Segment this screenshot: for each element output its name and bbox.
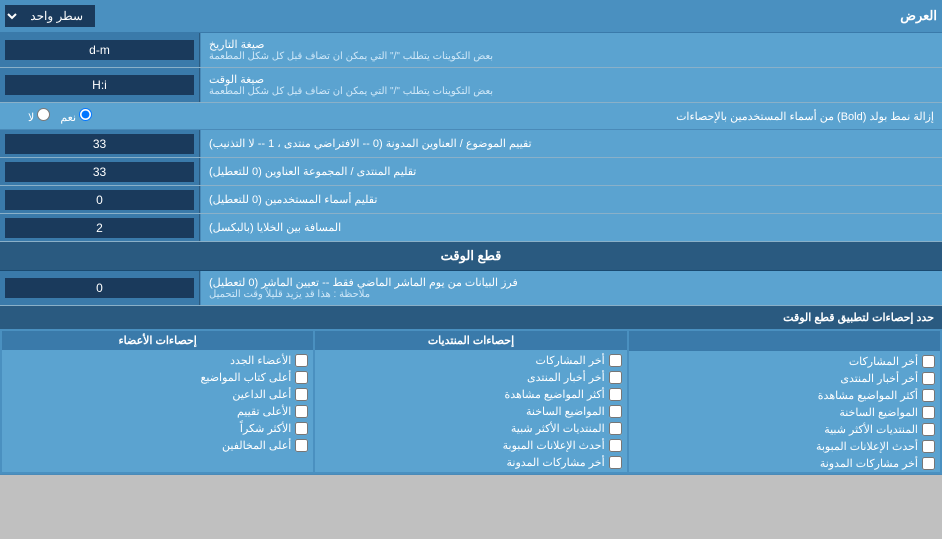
forum-order-label: تقليم المنتدى / المجموعة العناوين (0 للت…: [200, 158, 942, 185]
stats-item: أخر المشاركات: [315, 352, 626, 369]
stats-item: أخر مشاركات المدونة: [315, 454, 626, 471]
stats-item: المنتديات الأكثر شبية: [629, 421, 940, 438]
cell-spacing-label: المسافة بين الخلايا (بالبكسل): [200, 214, 942, 241]
stats-checkbox[interactable]: [295, 371, 308, 384]
stats-item: الأعضاء الجدد: [2, 352, 313, 369]
bold-yes-label: نعم: [60, 108, 92, 124]
bold-remove-label: إزالة نمط بولد (Bold) من أسماء المستخدمي…: [92, 110, 934, 123]
stats-checkbox[interactable]: [922, 355, 935, 368]
display-mode-select[interactable]: سطر واحد سطران ثلاثة أسطر: [5, 5, 95, 27]
stats-item: أخر أخبار المنتدى: [629, 370, 940, 387]
bold-remove-radio-group: نعم لا: [8, 108, 92, 124]
freeze-section-header: قطع الوقت: [0, 242, 942, 271]
stats-checkbox[interactable]: [922, 457, 935, 470]
stats-checkbox[interactable]: [295, 439, 308, 452]
date-format-input[interactable]: [5, 40, 194, 60]
stats-grid: أخر المشاركات أخر أخبار المنتدى أكثر الم…: [0, 329, 942, 474]
main-container: العرض سطر واحد سطران ثلاثة أسطر صيغة الت…: [0, 0, 942, 475]
stats-item: أخر المشاركات: [629, 353, 940, 370]
date-format-label: صيغة التاريخ بعض التكوينات يتطلب "/" الت…: [200, 33, 942, 67]
stats-section: حدد إحصاءات لتطبيق قطع الوقت أخر المشارك…: [0, 306, 942, 475]
stats-item: أخر أخبار المنتدى: [315, 369, 626, 386]
stats-checkbox[interactable]: [609, 371, 622, 384]
time-format-row: صيغة الوقت بعض التكوينات يتطلب "/" التي …: [0, 68, 942, 103]
header-row: العرض سطر واحد سطران ثلاثة أسطر: [0, 0, 942, 33]
cell-spacing-input[interactable]: [5, 218, 194, 238]
cell-spacing-input-container: [0, 214, 200, 241]
stats-item: أعلى كتاب المواضيع: [2, 369, 313, 386]
stats-item: أعلى الداعين: [2, 386, 313, 403]
forum-order-input-container: [0, 158, 200, 185]
stats-col-2-header: إحصاءات المنتديات: [315, 331, 626, 350]
stats-checkbox[interactable]: [295, 405, 308, 418]
stats-checkbox[interactable]: [922, 423, 935, 436]
stats-col-3-header: إحصاءات الأعضاء: [2, 331, 313, 350]
stats-checkbox[interactable]: [609, 354, 622, 367]
freeze-label: فرز البيانات من يوم الماشر الماضي فقط --…: [200, 271, 942, 305]
bold-no-radio[interactable]: [37, 108, 50, 121]
stats-item: المنتديات الأكثر شبية: [315, 420, 626, 437]
stats-checkbox[interactable]: [295, 422, 308, 435]
bold-remove-row: إزالة نمط بولد (Bold) من أسماء المستخدمي…: [0, 103, 942, 130]
stats-item: أحدث الإعلانات المبوبة: [629, 438, 940, 455]
time-format-label: صيغة الوقت بعض التكوينات يتطلب "/" التي …: [200, 68, 942, 102]
stats-col-1: أخر المشاركات أخر أخبار المنتدى أكثر الم…: [629, 331, 940, 472]
usernames-trim-input[interactable]: [5, 190, 194, 210]
stats-checkbox[interactable]: [609, 388, 622, 401]
stats-section-header: حدد إحصاءات لتطبيق قطع الوقت: [0, 306, 942, 329]
stats-col-2: إحصاءات المنتديات أخر المشاركات أخر أخبا…: [315, 331, 626, 472]
stats-col-1-header: [629, 331, 940, 351]
usernames-trim-label: تقليم أسماء المستخدمين (0 للتعطيل): [200, 186, 942, 213]
stats-checkbox[interactable]: [609, 405, 622, 418]
forum-order-input[interactable]: [5, 162, 194, 182]
stats-item: أخر مشاركات المدونة: [629, 455, 940, 472]
topics-order-input[interactable]: [5, 134, 194, 154]
stats-checkbox[interactable]: [922, 389, 935, 402]
freeze-input-container: [0, 271, 200, 305]
date-format-input-container: [0, 33, 200, 67]
stats-item: أكثر المواضيع مشاهدة: [315, 386, 626, 403]
stats-checkbox[interactable]: [922, 440, 935, 453]
date-format-row: صيغة التاريخ بعض التكوينات يتطلب "/" الت…: [0, 33, 942, 68]
stats-checkbox[interactable]: [922, 372, 935, 385]
stats-checkbox[interactable]: [295, 388, 308, 401]
stats-item: الأعلى تقييم: [2, 403, 313, 420]
cell-spacing-row: المسافة بين الخلايا (بالبكسل): [0, 214, 942, 242]
freeze-row: فرز البيانات من يوم الماشر الماضي فقط --…: [0, 271, 942, 306]
topics-order-input-container: [0, 130, 200, 157]
usernames-trim-input-container: [0, 186, 200, 213]
topics-order-label: تقييم الموضوع / العناوين المدونة (0 -- ا…: [200, 130, 942, 157]
topics-order-row: تقييم الموضوع / العناوين المدونة (0 -- ا…: [0, 130, 942, 158]
stats-item: المواضيع الساخنة: [629, 404, 940, 421]
stats-item: المواضيع الساخنة: [315, 403, 626, 420]
forum-order-row: تقليم المنتدى / المجموعة العناوين (0 للت…: [0, 158, 942, 186]
bold-no-label: لا: [28, 108, 50, 124]
time-format-input[interactable]: [5, 75, 194, 95]
header-label: العرض: [900, 8, 937, 24]
bold-yes-radio[interactable]: [79, 108, 92, 121]
freeze-input[interactable]: [5, 278, 194, 298]
stats-checkbox[interactable]: [609, 456, 622, 469]
stats-item: الأكثر شكراً: [2, 420, 313, 437]
usernames-trim-row: تقليم أسماء المستخدمين (0 للتعطيل): [0, 186, 942, 214]
time-format-input-container: [0, 68, 200, 102]
stats-checkbox[interactable]: [922, 406, 935, 419]
stats-item: أكثر المواضيع مشاهدة: [629, 387, 940, 404]
stats-col-3: إحصاءات الأعضاء الأعضاء الجدد أعلى كتاب …: [2, 331, 313, 472]
stats-checkbox[interactable]: [295, 354, 308, 367]
stats-item: أعلى المخالفين: [2, 437, 313, 454]
stats-item: أحدث الإعلانات المبوبة: [315, 437, 626, 454]
stats-checkbox[interactable]: [609, 439, 622, 452]
stats-checkbox[interactable]: [609, 422, 622, 435]
